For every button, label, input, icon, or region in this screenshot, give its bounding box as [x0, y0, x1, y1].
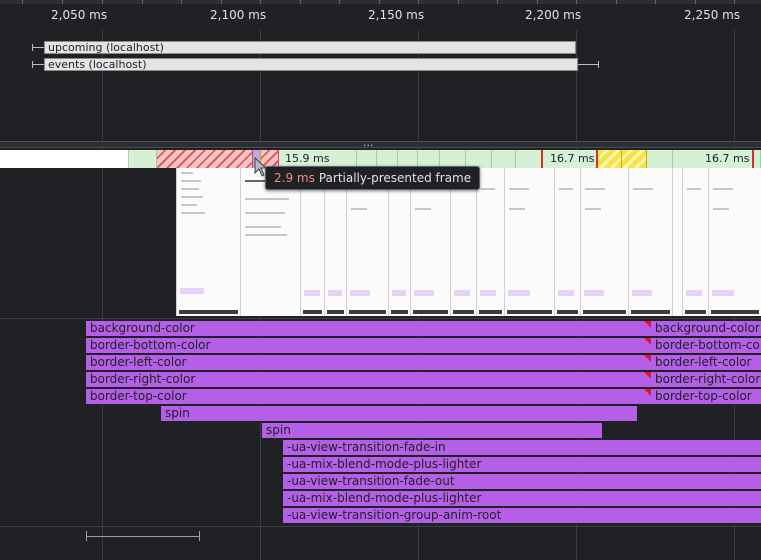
screenshot-thumbnail[interactable] — [346, 168, 388, 316]
tooltip-description: Partially-presented frame — [318, 171, 472, 185]
ruler-tick-label: 2,250 ms — [684, 8, 741, 22]
frame[interactable] — [647, 150, 673, 168]
ruler-minor-ticks — [0, 0, 761, 4]
frame-duration-label: 15.9 ms — [285, 152, 330, 165]
animation-spin[interactable]: spin — [161, 406, 637, 422]
frame-duration-label: 16.7 ms — [550, 152, 595, 165]
track-separator — [0, 318, 761, 319]
screenshot-thumbnail[interactable] — [554, 168, 580, 316]
frame[interactable] — [492, 150, 516, 168]
animations-track[interactable]: background-color background-color border… — [0, 320, 761, 525]
tooltip-duration: 2.9 ms — [274, 171, 315, 185]
screenshot-thumbnail[interactable] — [300, 168, 324, 316]
network-request-events[interactable]: events (localhost) — [44, 58, 578, 71]
frame[interactable] — [754, 150, 761, 168]
screenshot-thumbnail[interactable] — [504, 168, 554, 316]
screenshot-thumbnail[interactable] — [450, 168, 476, 316]
request-wait-whisker — [32, 47, 44, 48]
animation-border-top-color[interactable]: border-top-color — [86, 389, 651, 405]
animation-border-top-color[interactable]: border-top-color — [651, 389, 761, 405]
ruler-tick-label: 2,100 ms — [210, 8, 267, 22]
range-indicator-cap — [199, 531, 200, 541]
screenshot-thumbnail[interactable] — [324, 168, 346, 316]
animation-view-transition-group[interactable]: -ua-view-transition-group-anim-root — [283, 508, 761, 524]
animation-background-color[interactable]: background-color — [86, 321, 651, 337]
animation-border-right-color[interactable]: border-right-color — [651, 372, 761, 388]
animation-border-left-color[interactable]: border-left-color — [86, 355, 651, 371]
long-task-marker — [644, 321, 651, 328]
network-request-upcoming[interactable]: upcoming (localhost) — [44, 41, 576, 54]
frame-dropped[interactable] — [157, 150, 253, 168]
mouse-cursor-icon — [254, 157, 268, 177]
request-whisker-cap — [32, 44, 33, 51]
screenshot-thumbnail[interactable] — [240, 168, 300, 316]
frame-duration-label: 16.7 ms — [705, 152, 750, 165]
animation-border-left-color[interactable]: border-left-color — [651, 355, 761, 371]
frame-partial[interactable] — [598, 150, 622, 168]
long-task-marker — [644, 372, 651, 379]
frame[interactable] — [129, 150, 157, 168]
animation-background-color[interactable]: background-color — [651, 321, 761, 337]
request-whisker-cap — [598, 61, 599, 68]
long-task-marker — [644, 355, 651, 362]
screenshot-thumbnail[interactable] — [708, 168, 761, 316]
animation-border-bottom-color[interactable]: border-bottom-color — [86, 338, 651, 354]
long-task-marker — [644, 389, 651, 396]
frame-tooltip: 2.9 ms Partially-presented frame — [265, 166, 481, 190]
range-indicator-cap — [86, 531, 87, 541]
request-whisker-cap — [32, 61, 33, 68]
animation-border-bottom-color[interactable]: border-bottom-color — [651, 338, 761, 354]
frame[interactable] — [516, 150, 542, 168]
request-download-whisker — [578, 64, 598, 65]
animation-mix-blend-mode[interactable]: -ua-mix-blend-mode-plus-lighter — [283, 457, 761, 473]
screenshot-thumbnail[interactable] — [580, 168, 628, 316]
screenshots-track[interactable] — [0, 168, 761, 316]
screenshot-thumbnail[interactable] — [672, 168, 682, 316]
animation-view-transition-fade-out[interactable]: -ua-view-transition-fade-out — [283, 474, 761, 490]
divider-handle-icon: ... — [363, 136, 374, 149]
frame-idle[interactable] — [0, 150, 129, 168]
screenshot-thumbnail[interactable] — [388, 168, 410, 316]
frame-partial[interactable] — [622, 150, 647, 168]
animation-border-right-color[interactable]: border-right-color — [86, 372, 651, 388]
screenshot-thumbnail[interactable] — [682, 168, 708, 316]
screenshot-thumbnail[interactable] — [628, 168, 672, 316]
track-resize-divider[interactable]: ... — [0, 136, 761, 149]
animation-mix-blend-mode[interactable]: -ua-mix-blend-mode-plus-lighter — [283, 491, 761, 507]
request-wait-whisker — [32, 64, 44, 65]
range-indicator — [86, 536, 200, 537]
screenshot-thumbnail[interactable] — [476, 168, 504, 316]
screenshot-thumbnail[interactable] — [176, 168, 240, 316]
track-separator — [0, 526, 761, 527]
ruler-tick-label: 2,050 ms — [51, 8, 108, 22]
animation-spin[interactable]: spin — [262, 423, 602, 439]
screenshot-thumbnail[interactable] — [410, 168, 450, 316]
ruler-tick-label: 2,150 ms — [368, 8, 425, 22]
animation-view-transition-fade-in[interactable]: -ua-view-transition-fade-in — [283, 440, 761, 456]
ruler-tick-label: 2,200 ms — [525, 8, 582, 22]
timeline-ruler[interactable]: 2,050 ms 2,100 ms 2,150 ms 2,200 ms 2,25… — [0, 0, 761, 30]
long-task-marker — [644, 338, 651, 345]
